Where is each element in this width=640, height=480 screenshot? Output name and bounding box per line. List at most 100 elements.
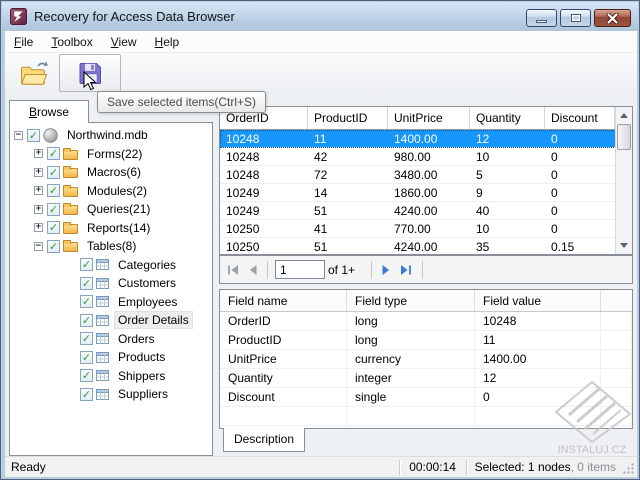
- field-value: 12: [475, 369, 601, 387]
- field-row[interactable]: UnitPrice currency 1400.00: [220, 350, 632, 369]
- maximize-button[interactable]: [560, 9, 591, 27]
- checkbox-checked-icon[interactable]: [80, 332, 93, 345]
- checkbox-checked-icon[interactable]: [80, 277, 93, 290]
- tab-description[interactable]: Description: [223, 428, 305, 452]
- menu-file[interactable]: File: [5, 32, 42, 51]
- grid-cell: 1860.00: [388, 186, 470, 200]
- checkbox-checked-icon[interactable]: [80, 295, 93, 308]
- grid-row[interactable]: 10249 51 4240.00 40 0: [220, 202, 632, 220]
- tab-browse[interactable]: Browse: [9, 100, 89, 123]
- tree-item-queries[interactable]: Queries(21): [10, 200, 212, 219]
- field-row[interactable]: ProductID long 11: [220, 331, 632, 350]
- checkbox-checked-icon[interactable]: [47, 221, 60, 234]
- scroll-up-button[interactable]: [616, 108, 632, 123]
- grid-row-selected[interactable]: 10248 11 1400.00 12 0: [220, 130, 632, 148]
- title-bar[interactable]: Recovery for Access Data Browser: [2, 2, 638, 31]
- grid-row[interactable]: 10248 42 980.00 10 0: [220, 148, 632, 166]
- column-header[interactable]: ProductID: [308, 107, 388, 129]
- menu-view[interactable]: View: [102, 32, 146, 51]
- expand-icon[interactable]: [34, 223, 43, 232]
- checkbox-checked-icon[interactable]: [47, 184, 60, 197]
- app-icon: [10, 8, 27, 25]
- minimize-button[interactable]: [526, 9, 557, 27]
- field-type: long: [347, 312, 475, 330]
- next-page-icon: [381, 264, 392, 276]
- last-page-button[interactable]: [400, 264, 413, 276]
- tree-item-macros[interactable]: Macros(6): [10, 163, 212, 182]
- grid-row[interactable]: 10249 14 1860.00 9 0: [220, 184, 632, 202]
- checkbox-checked-icon[interactable]: [80, 351, 93, 364]
- tree-item-customers[interactable]: Customers: [10, 274, 212, 293]
- tree-item-employees[interactable]: Employees: [10, 293, 212, 312]
- tree-item-reports[interactable]: Reports(14): [10, 219, 212, 238]
- close-button[interactable]: [594, 9, 631, 27]
- checkbox-checked-icon[interactable]: [47, 147, 60, 160]
- first-page-button[interactable]: [226, 264, 239, 276]
- expand-icon[interactable]: [34, 186, 43, 195]
- tree-item-northwind[interactable]: Northwind.mdb: [10, 126, 212, 145]
- checkbox-checked-icon[interactable]: [47, 203, 60, 216]
- tab-description-label: Description: [234, 432, 294, 446]
- menu-toolbox[interactable]: Toolbox: [42, 32, 101, 51]
- field-value: 10248: [475, 312, 601, 330]
- table-icon: [96, 259, 109, 270]
- tree-item-tables[interactable]: Tables(8): [10, 237, 212, 256]
- tree-item-forms[interactable]: Forms(22): [10, 145, 212, 164]
- open-file-button[interactable]: [13, 56, 55, 91]
- tree-item-orders[interactable]: Orders: [10, 330, 212, 349]
- grid-cell: 5: [470, 168, 545, 182]
- tree-item-shippers[interactable]: Shippers: [10, 367, 212, 386]
- collapse-icon[interactable]: [14, 131, 23, 140]
- expand-icon[interactable]: [34, 149, 43, 158]
- collapse-icon[interactable]: [34, 242, 43, 251]
- tree-item-suppliers[interactable]: Suppliers: [10, 385, 212, 404]
- field-value: 11: [475, 331, 601, 349]
- column-header[interactable]: Field type: [347, 290, 475, 311]
- field-row[interactable]: OrderID long 10248: [220, 312, 632, 331]
- field-type: single: [347, 388, 475, 406]
- column-header[interactable]: Quantity: [470, 107, 545, 129]
- previous-page-button[interactable]: [247, 264, 258, 276]
- field-name: OrderID: [220, 312, 347, 330]
- arrow-down-icon: [620, 243, 628, 248]
- expand-icon[interactable]: [34, 168, 43, 177]
- tree-item-label: Shippers: [115, 368, 168, 384]
- app-window: Recovery for Access Data Browser File To…: [0, 0, 640, 480]
- tree-item-order-details[interactable]: Order Details: [10, 311, 212, 330]
- menu-help[interactable]: Help: [146, 32, 189, 51]
- column-header[interactable]: Field value: [475, 290, 601, 311]
- scrollbar-thumb[interactable]: [617, 124, 631, 150]
- checkbox-checked-icon[interactable]: [80, 258, 93, 271]
- grid-row[interactable]: 10250 41 770.00 10 0: [220, 220, 632, 238]
- page-number-input[interactable]: [275, 260, 325, 279]
- expand-icon[interactable]: [34, 205, 43, 214]
- pager-separator: [267, 261, 268, 279]
- checkbox-checked-icon[interactable]: [47, 166, 60, 179]
- table-icon: [96, 370, 109, 381]
- grid-cell: 51: [308, 240, 388, 254]
- tree-item-categories[interactable]: Categories: [10, 256, 212, 275]
- checkbox-checked-icon[interactable]: [27, 129, 40, 142]
- field-row[interactable]: Quantity integer 12: [220, 369, 632, 388]
- checkbox-checked-icon[interactable]: [80, 314, 93, 327]
- tab-browse-label: Browse: [29, 105, 69, 119]
- column-header[interactable]: Discount: [545, 107, 615, 129]
- tree-item-products[interactable]: Products: [10, 348, 212, 367]
- grid-row[interactable]: 10250 51 4240.00 35 0.15: [220, 238, 632, 255]
- field-row[interactable]: Discount single 0: [220, 388, 632, 407]
- column-header[interactable]: UnitPrice: [388, 107, 470, 129]
- vertical-scrollbar[interactable]: [615, 107, 632, 254]
- grid-cell: 3480.00: [388, 168, 470, 182]
- column-header[interactable]: Field name: [220, 290, 347, 311]
- checkbox-checked-icon[interactable]: [80, 388, 93, 401]
- next-page-button[interactable]: [381, 264, 392, 276]
- grid-row[interactable]: 10248 72 3480.00 5 0: [220, 166, 632, 184]
- field-type: long: [347, 331, 475, 349]
- resize-grip[interactable]: [622, 457, 637, 477]
- close-icon: [606, 13, 619, 24]
- scroll-down-button[interactable]: [616, 238, 632, 253]
- field-filler: [601, 350, 632, 368]
- tree-item-modules[interactable]: Modules(2): [10, 182, 212, 201]
- checkbox-checked-icon[interactable]: [47, 240, 60, 253]
- checkbox-checked-icon[interactable]: [80, 369, 93, 382]
